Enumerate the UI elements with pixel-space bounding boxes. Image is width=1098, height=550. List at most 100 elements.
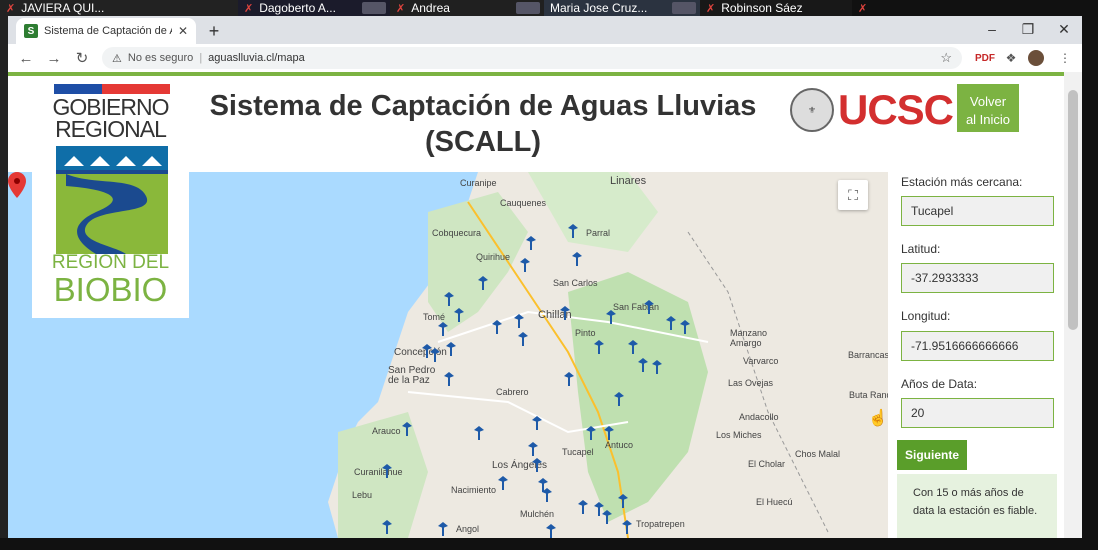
- map-label: Quirihue: [476, 252, 511, 262]
- address-bar: ← → ↻ ⚠ No es seguro | aguaslluvia.cl/ma…: [8, 44, 1082, 72]
- station-marker-icon[interactable]: [602, 510, 612, 524]
- back-home-line1: Volver: [969, 94, 1007, 109]
- latitude-field[interactable]: -37.2933333: [901, 263, 1054, 293]
- station-field[interactable]: Tucapel: [901, 196, 1054, 226]
- extensions-puzzle-icon[interactable]: ❖: [1000, 47, 1022, 69]
- reload-icon[interactable]: ↻: [70, 46, 94, 70]
- new-tab-icon[interactable]: +: [202, 19, 226, 43]
- station-marker-icon[interactable]: [474, 426, 484, 440]
- page-scrollbar[interactable]: [1064, 72, 1082, 538]
- participant-tile[interactable]: ✗ JAVIERA QUI...: [0, 0, 238, 16]
- participant-name: Dagoberto A...: [259, 1, 336, 15]
- longitude-field[interactable]: -71.9516666666666: [901, 331, 1054, 361]
- maximize-icon[interactable]: ❐: [1010, 16, 1046, 42]
- station-marker-icon[interactable]: [514, 314, 524, 328]
- participant-tile[interactable]: ✗ Robinson Sáez: [700, 0, 852, 16]
- station-marker-icon[interactable]: [638, 358, 648, 372]
- logo-line2: REGIONAL: [55, 116, 167, 142]
- map-label: Nacimiento: [451, 485, 497, 495]
- close-window-icon[interactable]: ✕: [1046, 16, 1082, 42]
- station-marker-icon[interactable]: [578, 500, 588, 514]
- map-label: Arauco: [372, 426, 401, 436]
- station-marker-icon[interactable]: [652, 360, 662, 374]
- station-marker-icon[interactable]: [438, 522, 448, 536]
- menu-kebab-icon[interactable]: ⋮: [1054, 47, 1076, 69]
- scrollbar-thumb[interactable]: [1068, 90, 1078, 330]
- participant-tile[interactable]: ✗: [852, 0, 1098, 16]
- station-marker-icon[interactable]: [444, 292, 454, 306]
- warning-icon[interactable]: ⚠: [112, 52, 122, 65]
- participant-tile[interactable]: ✗ Andrea: [390, 0, 544, 16]
- station-marker-icon[interactable]: [618, 494, 628, 508]
- left-edge: [0, 16, 8, 538]
- station-marker-icon[interactable]: [644, 300, 654, 314]
- station-marker-icon[interactable]: [628, 340, 638, 354]
- map-label: Los Miches: [716, 430, 762, 440]
- station-marker-icon[interactable]: [478, 276, 488, 290]
- station-marker-icon[interactable]: [542, 488, 552, 502]
- station-marker-icon[interactable]: [430, 348, 440, 362]
- map-label: Manzano Amargo: [730, 328, 768, 348]
- browser-tab[interactable]: S Sistema de Captación de Aguas Ll ✕: [16, 18, 196, 44]
- participant-name: Andrea: [411, 1, 450, 15]
- station-marker-icon[interactable]: [520, 258, 530, 272]
- station-marker-icon[interactable]: [402, 422, 412, 436]
- profile-avatar[interactable]: [1028, 50, 1044, 66]
- station-marker-icon[interactable]: [622, 520, 632, 534]
- map-label: Tropatrepen: [636, 519, 685, 529]
- station-marker-icon[interactable]: [444, 372, 454, 386]
- station-marker-icon[interactable]: [680, 320, 690, 334]
- selected-location-pin-icon[interactable]: [8, 172, 26, 198]
- taskbar: [0, 538, 1098, 550]
- next-button[interactable]: Siguiente: [897, 440, 967, 470]
- station-marker-icon[interactable]: [492, 320, 502, 334]
- url-omnibox[interactable]: ⚠ No es seguro | aguaslluvia.cl/mapa ☆: [102, 47, 962, 69]
- ucsc-seal-icon: ⚜: [790, 88, 834, 132]
- years-field[interactable]: 20: [901, 398, 1054, 428]
- station-marker-icon[interactable]: [532, 458, 542, 472]
- participant-tile[interactable]: ✗ Dagoberto A...: [238, 0, 390, 16]
- station-marker-icon[interactable]: [528, 442, 538, 456]
- station-marker-icon[interactable]: [572, 252, 582, 266]
- station-marker-icon[interactable]: [560, 306, 570, 320]
- mic-muted-icon: ✗: [858, 2, 868, 15]
- minimize-icon[interactable]: –: [974, 16, 1010, 42]
- back-home-button[interactable]: Volver al Inicio: [957, 84, 1019, 132]
- map-label: Curanilahue: [354, 467, 403, 477]
- pdf-extension-icon[interactable]: PDF: [974, 47, 996, 69]
- fullscreen-map-icon[interactable]: ⛶: [838, 180, 868, 210]
- station-marker-icon[interactable]: [446, 342, 456, 356]
- longitude-label: Longitud:: [901, 309, 951, 323]
- map-label: El Cholar: [748, 459, 786, 469]
- forward-icon[interactable]: →: [42, 46, 66, 70]
- station-marker-icon[interactable]: [604, 426, 614, 440]
- station-marker-icon[interactable]: [438, 322, 448, 336]
- station-marker-icon[interactable]: [594, 340, 604, 354]
- bookmark-star-icon[interactable]: ☆: [940, 50, 952, 66]
- station-marker-icon[interactable]: [526, 236, 536, 250]
- station-marker-icon[interactable]: [498, 476, 508, 490]
- station-marker-icon[interactable]: [518, 332, 528, 346]
- back-icon[interactable]: ←: [14, 46, 38, 70]
- station-marker-icon[interactable]: [454, 308, 464, 322]
- close-tab-icon[interactable]: ✕: [178, 24, 188, 38]
- station-marker-icon[interactable]: [532, 416, 542, 430]
- station-marker-icon[interactable]: [382, 520, 392, 534]
- map-label: Antuco: [605, 440, 634, 450]
- mic-muted-icon: ✗: [244, 2, 254, 15]
- logo-text-top: GOBIERNO REGIONAL: [32, 96, 189, 142]
- station-marker-icon[interactable]: [382, 464, 392, 478]
- station-marker-icon[interactable]: [546, 524, 556, 538]
- map-label: Tucapel: [562, 447, 594, 457]
- station-marker-icon[interactable]: [606, 310, 616, 324]
- station-marker-icon[interactable]: [586, 426, 596, 440]
- web-page: Sistema de Captación de Aguas Lluvias (S…: [8, 72, 1082, 538]
- video-thumbnail: [362, 2, 386, 14]
- station-marker-icon[interactable]: [564, 372, 574, 386]
- station-marker-icon[interactable]: [614, 392, 624, 406]
- participant-tile[interactable]: Maria Jose Cruz...: [544, 0, 700, 16]
- station-marker-icon[interactable]: [568, 224, 578, 238]
- station-marker-icon[interactable]: [666, 316, 676, 330]
- page-title-line1: Sistema de Captación de Aguas Lluvias: [209, 90, 757, 122]
- map-label: Cobquecura: [432, 228, 482, 238]
